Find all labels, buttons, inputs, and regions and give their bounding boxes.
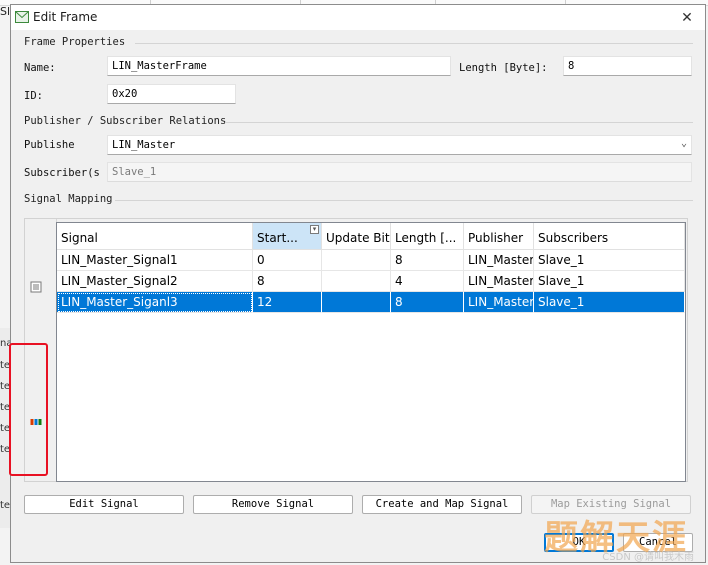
list-view-icon[interactable] xyxy=(30,281,42,293)
name-label: Name: xyxy=(24,62,56,74)
remove-signal-button[interactable]: Remove Signal xyxy=(193,495,353,514)
envelope-icon xyxy=(15,11,29,23)
cell-subscribers[interactable]: Slave_1 xyxy=(534,250,685,271)
cell-publisher[interactable]: LIN_Master xyxy=(464,250,534,271)
publisher-combobox[interactable]: LIN_Master ⌄ xyxy=(107,135,692,155)
group-divider xyxy=(115,200,693,201)
subscriber-label: Subscriber(s xyxy=(24,167,100,179)
cell-subscribers[interactable]: Slave_1 xyxy=(534,271,685,292)
relations-group-label: Publisher / Subscriber Relations xyxy=(24,115,227,127)
cell-signal[interactable]: LIN_Master_Signal2 xyxy=(57,271,253,292)
length-label: Length [Byte]: xyxy=(459,62,548,74)
dialog-titlebar[interactable]: Edit Frame ✕ xyxy=(11,5,705,30)
cell-subscribers[interactable]: Slave_1 xyxy=(534,292,685,313)
cell-start[interactable]: 12 xyxy=(253,292,322,313)
cell-signal[interactable]: LIN_Master_Signal1 xyxy=(57,250,253,271)
cell-update-bit[interactable] xyxy=(322,250,391,271)
cell-update-bit[interactable] xyxy=(322,271,391,292)
cell-publisher[interactable]: LIN_Master xyxy=(464,271,534,292)
cell-update-bit[interactable] xyxy=(322,292,391,313)
cell-length[interactable]: 4 xyxy=(391,271,464,292)
column-header-length[interactable]: Length [... xyxy=(391,223,464,250)
dialog-title: Edit Frame xyxy=(33,10,98,24)
chevron-down-icon[interactable]: ⌄ xyxy=(681,138,687,149)
cell-start[interactable]: 0 xyxy=(253,250,322,271)
cell-length[interactable]: 8 xyxy=(391,292,464,313)
annotation-highlight-box xyxy=(9,343,48,476)
cell-start[interactable]: 8 xyxy=(253,271,322,292)
publisher-label: Publishe xyxy=(24,139,75,151)
group-divider xyxy=(135,43,693,44)
frame-properties-group-label: Frame Properties xyxy=(24,36,126,48)
background-title-fragment: Sl xyxy=(0,5,11,18)
close-icon: ✕ xyxy=(681,10,693,26)
edit-frame-dialog: Edit Frame ✕ Frame Properties Name: LIN_… xyxy=(10,4,706,563)
signal-grid[interactable]: Signal Start... ▾ Update Bit Length [...… xyxy=(56,222,686,482)
filter-icon[interactable]: ▾ xyxy=(310,225,319,234)
edit-signal-button[interactable]: Edit Signal xyxy=(24,495,184,514)
background-list-item: te xyxy=(0,500,10,511)
id-label: ID: xyxy=(24,90,43,102)
column-header-publisher[interactable]: Publisher xyxy=(464,223,534,250)
group-divider xyxy=(225,122,693,123)
cell-length[interactable]: 8 xyxy=(391,250,464,271)
signal-mapping-group-label: Signal Mapping xyxy=(24,193,113,205)
cell-publisher[interactable]: LIN_Master xyxy=(464,292,534,313)
watermark-caption: CSDN @请叫我木雨 xyxy=(602,552,694,563)
publisher-value: LIN_Master xyxy=(112,139,176,151)
column-header-start[interactable]: Start... ▾ xyxy=(253,223,322,250)
close-button[interactable]: ✕ xyxy=(677,8,697,28)
column-header-update-bit[interactable]: Update Bit xyxy=(322,223,391,250)
column-header-start-label: Start... xyxy=(257,231,298,245)
length-field[interactable]: 8 xyxy=(563,56,692,76)
name-field[interactable]: LIN_MasterFrame xyxy=(107,56,451,76)
create-map-signal-button[interactable]: Create and Map Signal xyxy=(362,495,522,514)
column-header-signal[interactable]: Signal xyxy=(57,223,253,250)
cell-signal[interactable]: LIN_Master_Siganl3 xyxy=(57,292,253,313)
id-field[interactable]: 0x20 xyxy=(107,84,236,104)
subscriber-field: Slave_1 xyxy=(107,162,692,182)
column-header-subscribers[interactable]: Subscribers xyxy=(534,223,685,250)
